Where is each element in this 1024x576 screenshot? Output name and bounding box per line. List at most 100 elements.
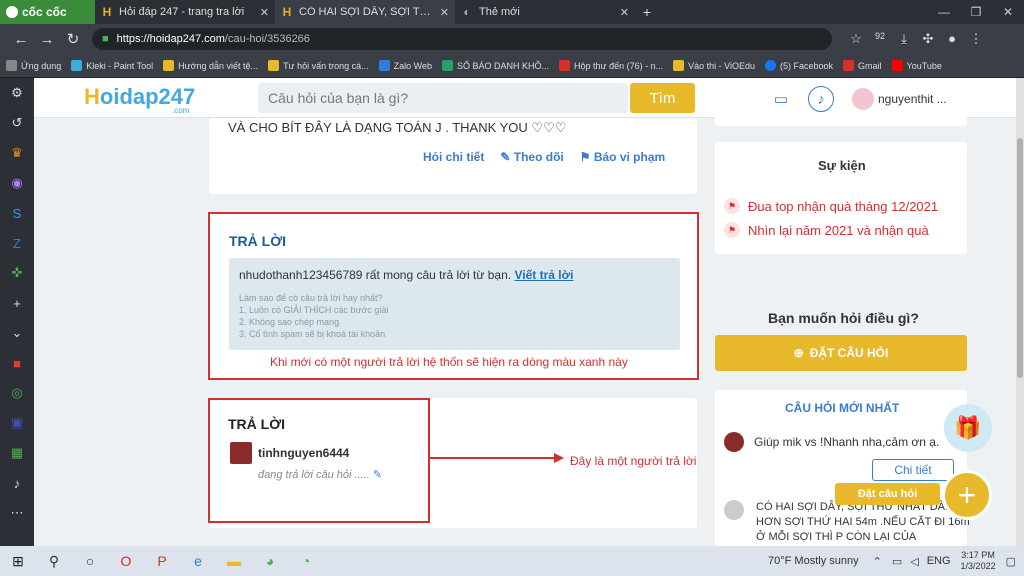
deal-icon[interactable]: ▣ [0,408,34,438]
annotation-text: Đây là một người trả lời [570,454,697,468]
language[interactable]: ENG [927,555,951,567]
bookmark-facebook[interactable]: (5) Facebook [764,60,834,71]
extension-badge-icon[interactable]: 92 [868,31,892,47]
url-input[interactable]: ■ https://hoidap247.com/cau-hoi/3536266 [92,28,832,50]
bookmark-label: (5) Facebook [779,60,834,71]
clock[interactable]: 3:17 PM 1/3/2022 [961,550,996,572]
coccoc-taskbar-icon[interactable]: ◕ [252,546,288,576]
report-link[interactable]: ⚑ Báo vi phạm [580,150,665,164]
search-button[interactable]: Tìm [630,83,695,113]
bookmark-apps[interactable]: Ứng dụng [6,60,61,71]
add-icon[interactable]: + [0,288,34,318]
crown-icon[interactable]: ♛ [0,138,34,168]
bookmark-huong-dan[interactable]: Hướng dẫn viết tệ... [163,60,258,71]
ask-question-label[interactable]: Đặt câu hỏi [835,483,940,505]
new-question-item[interactable]: CÓ HAI SỢI DÂY, SỢI THỨ NHẤT DÀI HƠN SỢI… [756,500,976,545]
new-tab-button[interactable]: + [635,4,659,20]
download-icon[interactable]: ⤓ [892,31,916,47]
skype-icon[interactable]: S [0,198,34,228]
coccoc-window-icon[interactable]: ◔ [288,546,324,576]
add-question-fab[interactable]: + [942,470,992,520]
question-links: Hỏi chi tiết ✎ Theo dõi ⚑ Báo vi phạm [423,150,665,164]
menu-icon[interactable]: ⋮ [964,31,988,47]
close-icon[interactable]: ✕ [260,6,269,19]
weather[interactable]: 70°F Mostly sunny [768,555,859,567]
back-icon[interactable]: ← [8,31,34,48]
minimize-icon[interactable]: — [928,5,960,19]
ask-question-button[interactable]: ⊕ ĐẶT CÂU HỎI [715,335,967,371]
browser-tab-bar: cốc cốc H Hỏi đáp 247 - trang tra lời ✕ HC… [0,0,1024,24]
battery-icon[interactable]: ▭ [892,555,902,568]
volume-icon[interactable]: ◁ [910,555,918,568]
bookmark-vioedu[interactable]: Vào thi - ViOEdu [673,60,755,71]
site-logo[interactable]: Hoidap247 .com [84,84,195,115]
notification-bell-icon[interactable]: ♪ [808,86,834,112]
bookmark-so-bao-danh[interactable]: SỔ BÁO DANH KHÔ... [442,60,549,71]
bookmark-hop-thu[interactable]: Hộp thư đến (76) - n... [559,60,663,71]
bookmark-label: YouTube [906,60,942,71]
edge-icon[interactable]: e [180,546,216,576]
maximize-icon[interactable]: ❐ [960,5,992,19]
follow-link[interactable]: ✎ Theo dõi [500,150,563,164]
hoidap-favicon-icon [163,60,175,71]
bookmark-youtube[interactable]: YouTube [891,60,942,71]
tab-new[interactable]: ◐ Thẻ mới ✕ [455,0,635,24]
bookmark-kleki[interactable]: Kleki - Paint Tool [71,60,153,71]
profile-avatar-icon[interactable]: ● [940,31,964,47]
file-explorer-icon[interactable]: ▬ [216,546,252,576]
reload-icon[interactable]: ↻ [60,30,86,48]
detail-question-link[interactable]: Hỏi chi tiết [423,150,484,164]
bookmark-tu-hoi[interactable]: Tư hỏi vấn trong cá... [268,60,369,71]
close-window-icon[interactable]: ✕ [992,5,1024,19]
opera-icon[interactable]: O [108,546,144,576]
messenger-icon[interactable]: ◉ [0,168,34,198]
task-view-icon[interactable]: ○ [72,546,108,576]
scrollbar-thumb[interactable] [1017,138,1023,378]
browser-brand[interactable]: cốc cốc [0,0,95,24]
answerer[interactable]: tinhnguyen6444 [230,442,349,464]
search-input[interactable]: Câu hỏi của bạn là gì? [258,83,628,113]
chat-icon[interactable]: ▭ [768,86,794,112]
tab-current-question[interactable]: H CÓ HAI SỢI DÂY, SỢI THỨ N... ✕ [275,0,455,24]
tab-hoidap-home[interactable]: H Hỏi đáp 247 - trang tra lời ✕ [95,0,275,24]
coin-icon[interactable]: ◎ [0,378,34,408]
game-controller-icon[interactable]: ✜ [0,258,34,288]
windows-start-icon[interactable]: ⊞ [0,546,36,576]
bookmark-gmail[interactable]: Gmail [843,60,882,71]
user-menu[interactable]: nguyenthit ... [852,88,947,110]
gift-icon[interactable]: 🎁 [944,404,992,452]
chevron-up-icon[interactable]: ⌃ [873,555,882,568]
zalo-icon[interactable]: Z [0,228,34,258]
side-card [715,112,967,126]
chevron-down-icon[interactable]: ⌄ [0,318,34,348]
write-answer-link[interactable]: Viết trả lời [514,268,573,282]
history-icon[interactable]: ↺ [0,108,34,138]
detail-button[interactable]: Chi tiết [872,459,954,481]
coccoc-logo-icon [6,6,18,18]
bookmark-label: Zalo Web [393,60,432,71]
forward-icon[interactable]: → [34,31,60,48]
bookmark-zalo[interactable]: Zalo Web [378,60,432,71]
notice-text: nhudothanh123456789 rất mong câu trả lời… [239,268,574,282]
page-scrollbar[interactable] [1016,78,1024,546]
tab-title: CÓ HAI SỢI DÂY, SỢI THỨ N... [299,6,436,18]
answer-title: TRẢ LỜI [229,233,287,249]
event-item[interactable]: ⚑ Đua top nhận quà tháng 12/2021 [724,198,938,214]
sheet-icon[interactable]: ▦ [0,438,34,468]
bookmark-label: Tư hỏi vấn trong cá... [283,60,369,71]
notification-icon[interactable]: ▢ [1006,555,1016,568]
shopping-icon[interactable]: ■ [0,348,34,378]
close-icon[interactable]: ✕ [440,6,449,19]
more-icon[interactable]: ⋯ [0,498,34,528]
search-icon[interactable]: ⚲ [36,546,72,576]
gmail-icon [843,60,855,71]
new-question-item[interactable]: Giúp mik vs !Nhanh nha,cảm ơn ạ. [724,432,939,452]
close-icon[interactable]: ✕ [620,6,629,19]
system-tray: 70°F Mostly sunny ⌃ ▭ ◁ ENG 3:17 PM 1/3/2… [768,550,1024,572]
powerpoint-icon[interactable]: P [144,546,180,576]
event-item[interactable]: ⚑ Nhìn lại năm 2021 và nhận quà [724,222,929,238]
extensions-icon[interactable]: ✣ [916,31,940,47]
bookmark-star-icon[interactable]: ☆ [844,31,868,47]
settings-gear-icon[interactable]: ⚙ [0,78,34,108]
bell-icon[interactable]: ♪ [0,468,34,498]
